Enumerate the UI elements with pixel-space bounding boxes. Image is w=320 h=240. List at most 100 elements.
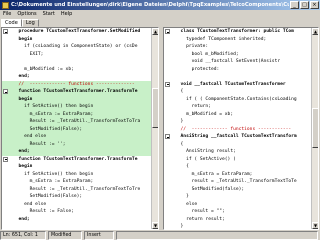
scroll-thumb[interactable] [152,88,158,128]
code-text: bool m_bModified; [175,51,239,57]
left-scrollbar[interactable]: ▲ ▼ [151,28,158,229]
code-line[interactable]: { [164,163,311,171]
code-line[interactable]: if SetActive() then begin [2,171,151,179]
code-text: AnsiString __fastcall TCustomTextTransfo… [175,134,297,139]
code-line[interactable]: Result := ''; [2,140,151,148]
code-line[interactable]: if (csLoading in ComponentState) or (csD… [2,43,151,51]
code-text: Result := ''; [13,141,66,147]
code-line[interactable]: void __fastcall SetEvent(Ansistr [164,58,311,66]
code-editor-left[interactable]: procedure TCustomTextTransformer.SetModi… [2,28,151,229]
code-line[interactable]: { [164,88,311,96]
code-line[interactable]: } [164,223,311,229]
maximize-icon[interactable]: □ [300,1,309,9]
code-line[interactable]: SetModified(False); [2,125,151,133]
code-line[interactable]: protected: [164,66,311,74]
app-icon [2,1,9,9]
code-line[interactable]: begin [2,36,151,44]
delphi-code-pane[interactable]: procedure TCustomTextTransformer.SetModi… [1,27,159,230]
code-line[interactable]: if SetActive() then begin [2,103,151,111]
code-line[interactable]: typedef TComponent inherited; [164,36,311,44]
code-text: private: [175,44,209,49]
code-text: SetModified(False); [13,126,83,132]
code-line[interactable]: m_sExtra := ExtraParam; [2,110,151,118]
code-line[interactable]: AnsiString result; [164,148,311,156]
fold-toggle-icon[interactable] [165,134,170,139]
code-line[interactable]: if ( ( ComponentState.Contains(csLoading [164,96,311,104]
tab-log[interactable]: Log [21,19,39,27]
code-line[interactable]: else [164,201,311,209]
menu-file[interactable]: File [0,11,14,17]
minimize-icon[interactable]: _ [290,1,299,9]
code-line[interactable]: m_sExtra = ExtraParam; [164,171,311,179]
code-line[interactable]: function TCustomTextTransformer.Transfor… [2,156,151,164]
code-text: function TCustomTextTransformer.Transfor… [13,89,138,94]
scroll-up-icon[interactable]: ▲ [152,28,158,35]
code-line[interactable]: end else [2,201,151,209]
code-line[interactable]: // ------------- functions -------------… [2,80,151,88]
fold-toggle-icon[interactable] [3,89,8,94]
window-controls: _ □ × [290,1,319,9]
code-line[interactable]: begin [2,95,151,103]
code-line[interactable]: bool m_bModified; [164,51,311,59]
menu-options[interactable]: Options [14,11,39,17]
code-line[interactable]: SetModified(false); [164,186,311,194]
code-line[interactable]: Result := _TetraUtil._TransformTextToTre [2,186,151,194]
code-line[interactable]: void __fastcall TCustomTextTransformer [164,81,311,89]
code-line[interactable]: function TCustomTextTransformer.Transfor… [2,88,151,96]
fold-toggle-icon[interactable] [165,29,170,34]
code-editor-right[interactable]: class TCustomTextTransformer: public TCo… [164,28,311,229]
code-line[interactable]: AnsiString __fastcall TCustomTextTransfo… [164,133,311,141]
code-line[interactable]: Result := _TetraUtil._TransformTextToTra [2,118,151,126]
code-text: end else [13,201,47,207]
right-scrollbar[interactable]: ▲ ▼ [311,28,318,229]
close-icon[interactable]: × [310,1,319,9]
code-line[interactable]: return result; [164,216,311,224]
code-text: { [175,164,189,169]
code-line[interactable]: if ( SetActive() ) [164,156,311,164]
code-line[interactable]: } [164,193,311,201]
code-line[interactable]: } [164,118,311,126]
scroll-down-icon[interactable]: ▼ [152,222,158,229]
code-line[interactable]: // ------------- functions ------------ [164,126,311,134]
code-line[interactable]: result = ""; [164,208,311,216]
code-line[interactable]: begin [2,163,151,171]
code-line[interactable]: procedure TCustomTextTransformer.SetModi… [2,28,151,36]
scroll-thumb[interactable] [312,108,318,148]
code-line[interactable]: m_bModified = xb; [164,111,311,119]
code-line[interactable]: result = _TetraUtil._TransformTextToTe [164,178,311,186]
fold-toggle-icon[interactable] [3,156,8,162]
code-line[interactable] [2,58,151,66]
code-line[interactable]: m_sExtra := ExtraParam; [2,178,151,186]
code-line[interactable]: EXIT; [2,51,151,59]
code-text: typedef TComponent inherited; [175,36,267,42]
cpp-code-pane[interactable]: class TCustomTextTransformer: public TCo… [163,27,319,230]
code-text: Result := _TetraUtil._TransformTextToTra [13,119,141,124]
code-text: SetModified(False); [13,194,83,199]
code-line[interactable] [164,73,311,81]
code-text: begin [13,96,33,102]
code-line[interactable]: { [164,141,311,149]
code-line[interactable]: end; [2,216,151,224]
menu-help[interactable]: Help [58,11,75,17]
title-bar: C:\Dokumente und Einstellungen\dirk\Eige… [0,0,320,10]
code-line[interactable]: m_bModified := xb; [2,66,151,74]
code-text: if SetActive() then begin [13,104,94,109]
code-line[interactable]: end else [2,133,151,141]
code-line[interactable]: class TCustomTextTransformer: public TCo… [164,28,311,36]
scroll-up-icon[interactable]: ▲ [312,28,318,35]
code-line[interactable]: SetModified(False); [2,193,151,201]
code-text: // ------------- functions ------------ [175,126,292,132]
tab-code[interactable]: Code [1,19,22,27]
code-line[interactable]: Result := False; [2,208,151,216]
menu-start[interactable]: Start [40,11,58,17]
fold-toggle-icon[interactable] [165,81,170,87]
code-line[interactable]: end; [2,148,151,156]
scroll-down-icon[interactable]: ▼ [312,222,318,229]
code-line[interactable]: private: [164,43,311,51]
code-line[interactable] [2,223,151,229]
insert-mode: Insert [84,231,114,240]
fold-toggle-icon[interactable] [3,29,8,34]
code-text: result = _TetraUtil._TransformTextToTe [175,179,297,184]
code-line[interactable]: end; [2,73,151,81]
code-line[interactable]: return; [164,103,311,111]
